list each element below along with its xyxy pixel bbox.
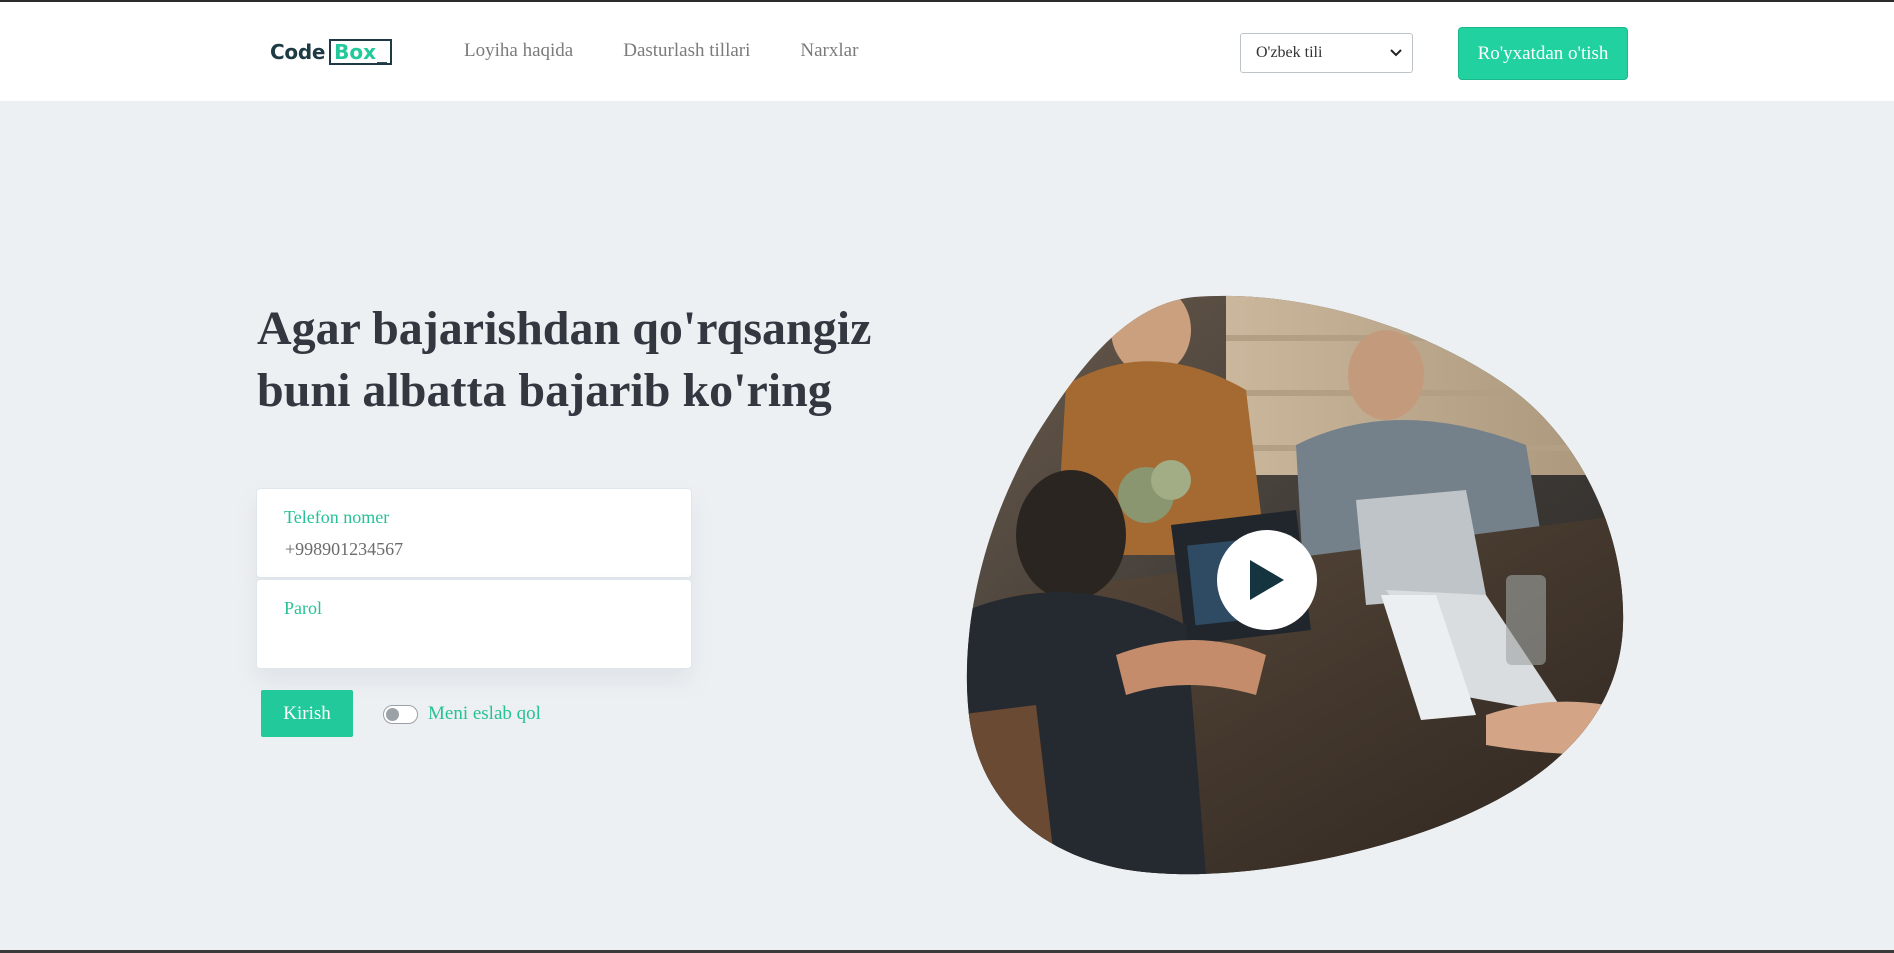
phone-field-label: Telefon nomer — [284, 507, 390, 527]
logo-code-text: Code — [270, 40, 326, 64]
logo-box-text: Box _ — [329, 39, 392, 65]
play-video-button[interactable] — [1217, 530, 1317, 630]
chevron-down-icon — [1390, 46, 1402, 60]
play-icon — [1250, 560, 1284, 600]
nav-link-pricing[interactable]: Narxlar — [800, 40, 858, 62]
register-button[interactable]: Ro'yxatdan o'tish — [1458, 27, 1628, 80]
remember-me[interactable]: Meni eslab qol — [383, 703, 541, 725]
password-field[interactable]: Parol — [256, 579, 692, 669]
toggle-knob — [386, 707, 399, 721]
main-nav: Loyiha haqida Dasturlash tillari Narxlar — [464, 40, 858, 62]
language-select-value: O'zbek tili — [1256, 44, 1323, 61]
language-select[interactable]: O'zbek tili — [1240, 33, 1413, 73]
hero-title-line-1: Agar bajarishdan qo'rqsangiz — [257, 302, 872, 355]
login-button[interactable]: Kirish — [261, 690, 353, 737]
phone-field[interactable]: Telefon nomer — [256, 488, 692, 578]
hero-title: Agar bajarishdan qo'rqsangiz buni albatt… — [257, 298, 937, 422]
remember-me-toggle[interactable] — [383, 704, 418, 724]
password-field-label: Parol — [284, 598, 322, 618]
password-input[interactable] — [285, 630, 665, 651]
logo-box-label: Box — [334, 40, 376, 64]
codebox-logo[interactable]: Code Box _ — [270, 39, 392, 65]
phone-input[interactable] — [285, 539, 665, 560]
nav-link-languages[interactable]: Dasturlash tillari — [623, 40, 750, 62]
hero-title-line-2: buni albatta bajarib ko'ring — [257, 364, 832, 417]
site-header: Code Box _ Loyiha haqida Dasturlash till… — [0, 2, 1894, 101]
nav-link-about[interactable]: Loyiha haqida — [464, 40, 573, 62]
remember-me-label: Meni eslab qol — [428, 703, 541, 724]
logo-cursor: _ — [377, 40, 387, 64]
